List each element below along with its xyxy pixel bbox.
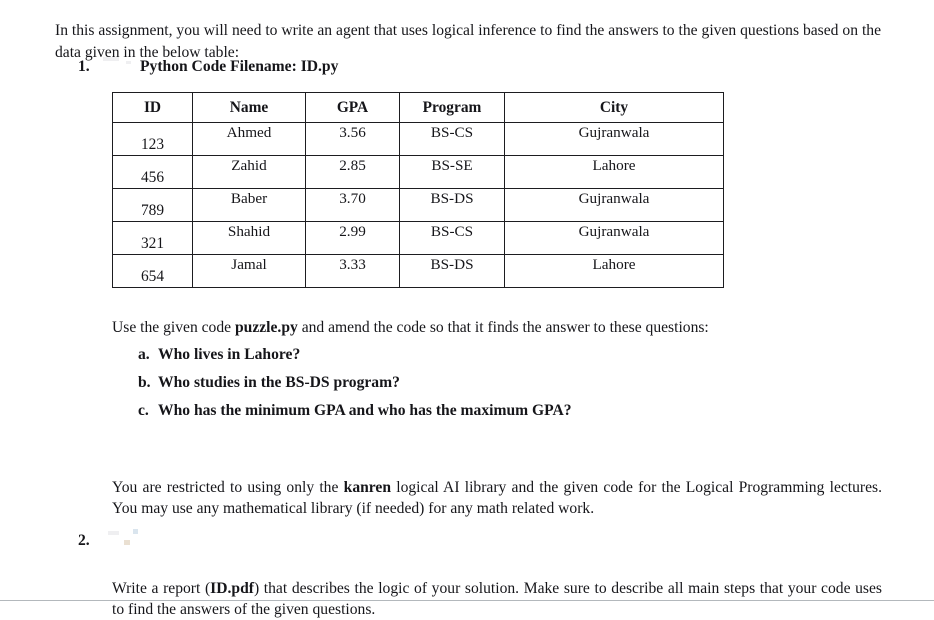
cell-city: Gujranwala xyxy=(504,221,724,255)
student-data-table: ID Name GPA Program City 123 Ahmed 3.56 … xyxy=(112,92,724,288)
use-code-suffix: and amend the code so that it finds the … xyxy=(297,318,709,336)
question-item-c: c. Who has the minimum GPA and who has th… xyxy=(138,397,838,425)
question-text: Who studies in the BS-DS program? xyxy=(158,374,400,391)
cell-name: Shahid xyxy=(192,221,306,255)
table-header-row: ID Name GPA Program City xyxy=(112,92,724,123)
cell-program: BS-DS xyxy=(399,254,505,288)
list-item-1-title: Python Code Filename: ID.py xyxy=(140,58,339,75)
use-code-prefix: Use the given code xyxy=(112,318,235,336)
cell-gpa: 2.85 xyxy=(305,155,400,189)
restriction-prefix: You are restricted to using only the xyxy=(112,478,344,496)
cell-gpa: 3.56 xyxy=(305,122,400,156)
cell-gpa: 2.99 xyxy=(305,221,400,255)
document-page: In this assignment, you will need to wri… xyxy=(0,0,934,618)
cell-program: BS-CS xyxy=(399,122,505,156)
cell-program: BS-CS xyxy=(399,221,505,255)
cell-id: 123 xyxy=(112,122,193,156)
cell-id: 321 xyxy=(112,221,193,255)
question-item-a: a. Who lives in Lahore? xyxy=(138,341,838,369)
table-row: 654 Jamal 3.33 BS-DS Lahore xyxy=(112,254,724,288)
question-text: Who lives in Lahore? xyxy=(158,346,301,363)
list-item-1: 1. Python Code Filename: ID.py xyxy=(78,56,878,77)
cell-name: Zahid xyxy=(192,155,306,189)
cell-program: BS-DS xyxy=(399,188,505,222)
cell-gpa: 3.70 xyxy=(305,188,400,222)
question-item-b: b. Who studies in the BS-DS program? xyxy=(138,369,838,397)
table-header-name: Name xyxy=(192,92,306,123)
list-item-1-number: 1. xyxy=(78,58,90,75)
table-header-id: ID xyxy=(112,92,193,123)
use-code-filename: puzzle.py xyxy=(234,318,298,336)
cell-program: BS-SE xyxy=(399,155,505,189)
cell-name: Baber xyxy=(192,188,306,222)
table-row: 321 Shahid 2.99 BS-CS Gujranwala xyxy=(112,221,724,255)
cell-id: 654 xyxy=(112,254,193,288)
use-code-instruction: Use the given code puzzle.py and amend t… xyxy=(112,317,902,338)
cell-gpa: 3.33 xyxy=(305,254,400,288)
question-text: Who has the minimum GPA and who has the … xyxy=(158,402,572,419)
list-item-2-body: Write a report (ID.pdf) that describes t… xyxy=(112,578,882,620)
table-header-city: City xyxy=(504,92,724,123)
report-prefix: Write a report ( xyxy=(112,579,211,597)
report-filename: ID.pdf xyxy=(210,579,254,597)
question-marker: c. xyxy=(138,402,149,419)
scan-artifact xyxy=(108,531,119,535)
scan-artifact xyxy=(124,540,130,545)
question-marker: a. xyxy=(138,346,150,363)
table-row: 123 Ahmed 3.56 BS-CS Gujranwala xyxy=(112,122,724,156)
cell-name: Ahmed xyxy=(192,122,306,156)
table-header-gpa: GPA xyxy=(305,92,400,123)
restriction-library-name: kanren xyxy=(343,478,392,496)
table-row: 789 Baber 3.70 BS-DS Gujranwala xyxy=(112,188,724,222)
cell-city: Gujranwala xyxy=(504,188,724,222)
restriction-paragraph: You are restricted to using only the kan… xyxy=(112,477,882,519)
question-list: a. Who lives in Lahore? b. Who studies in … xyxy=(138,341,838,425)
cell-city: Gujranwala xyxy=(504,122,724,156)
cell-city: Lahore xyxy=(504,155,724,189)
intro-paragraph-text: In this assignment, you will need to wri… xyxy=(55,21,881,61)
cell-id: 456 xyxy=(112,155,193,189)
cell-city: Lahore xyxy=(504,254,724,288)
table-header-program: Program xyxy=(399,92,505,123)
cell-id: 789 xyxy=(112,188,193,222)
cell-name: Jamal xyxy=(192,254,306,288)
list-item-2-number: 2. xyxy=(78,532,90,549)
scan-artifact xyxy=(133,529,138,534)
question-marker: b. xyxy=(138,374,151,391)
table-row: 456 Zahid 2.85 BS-SE Lahore xyxy=(112,155,724,189)
